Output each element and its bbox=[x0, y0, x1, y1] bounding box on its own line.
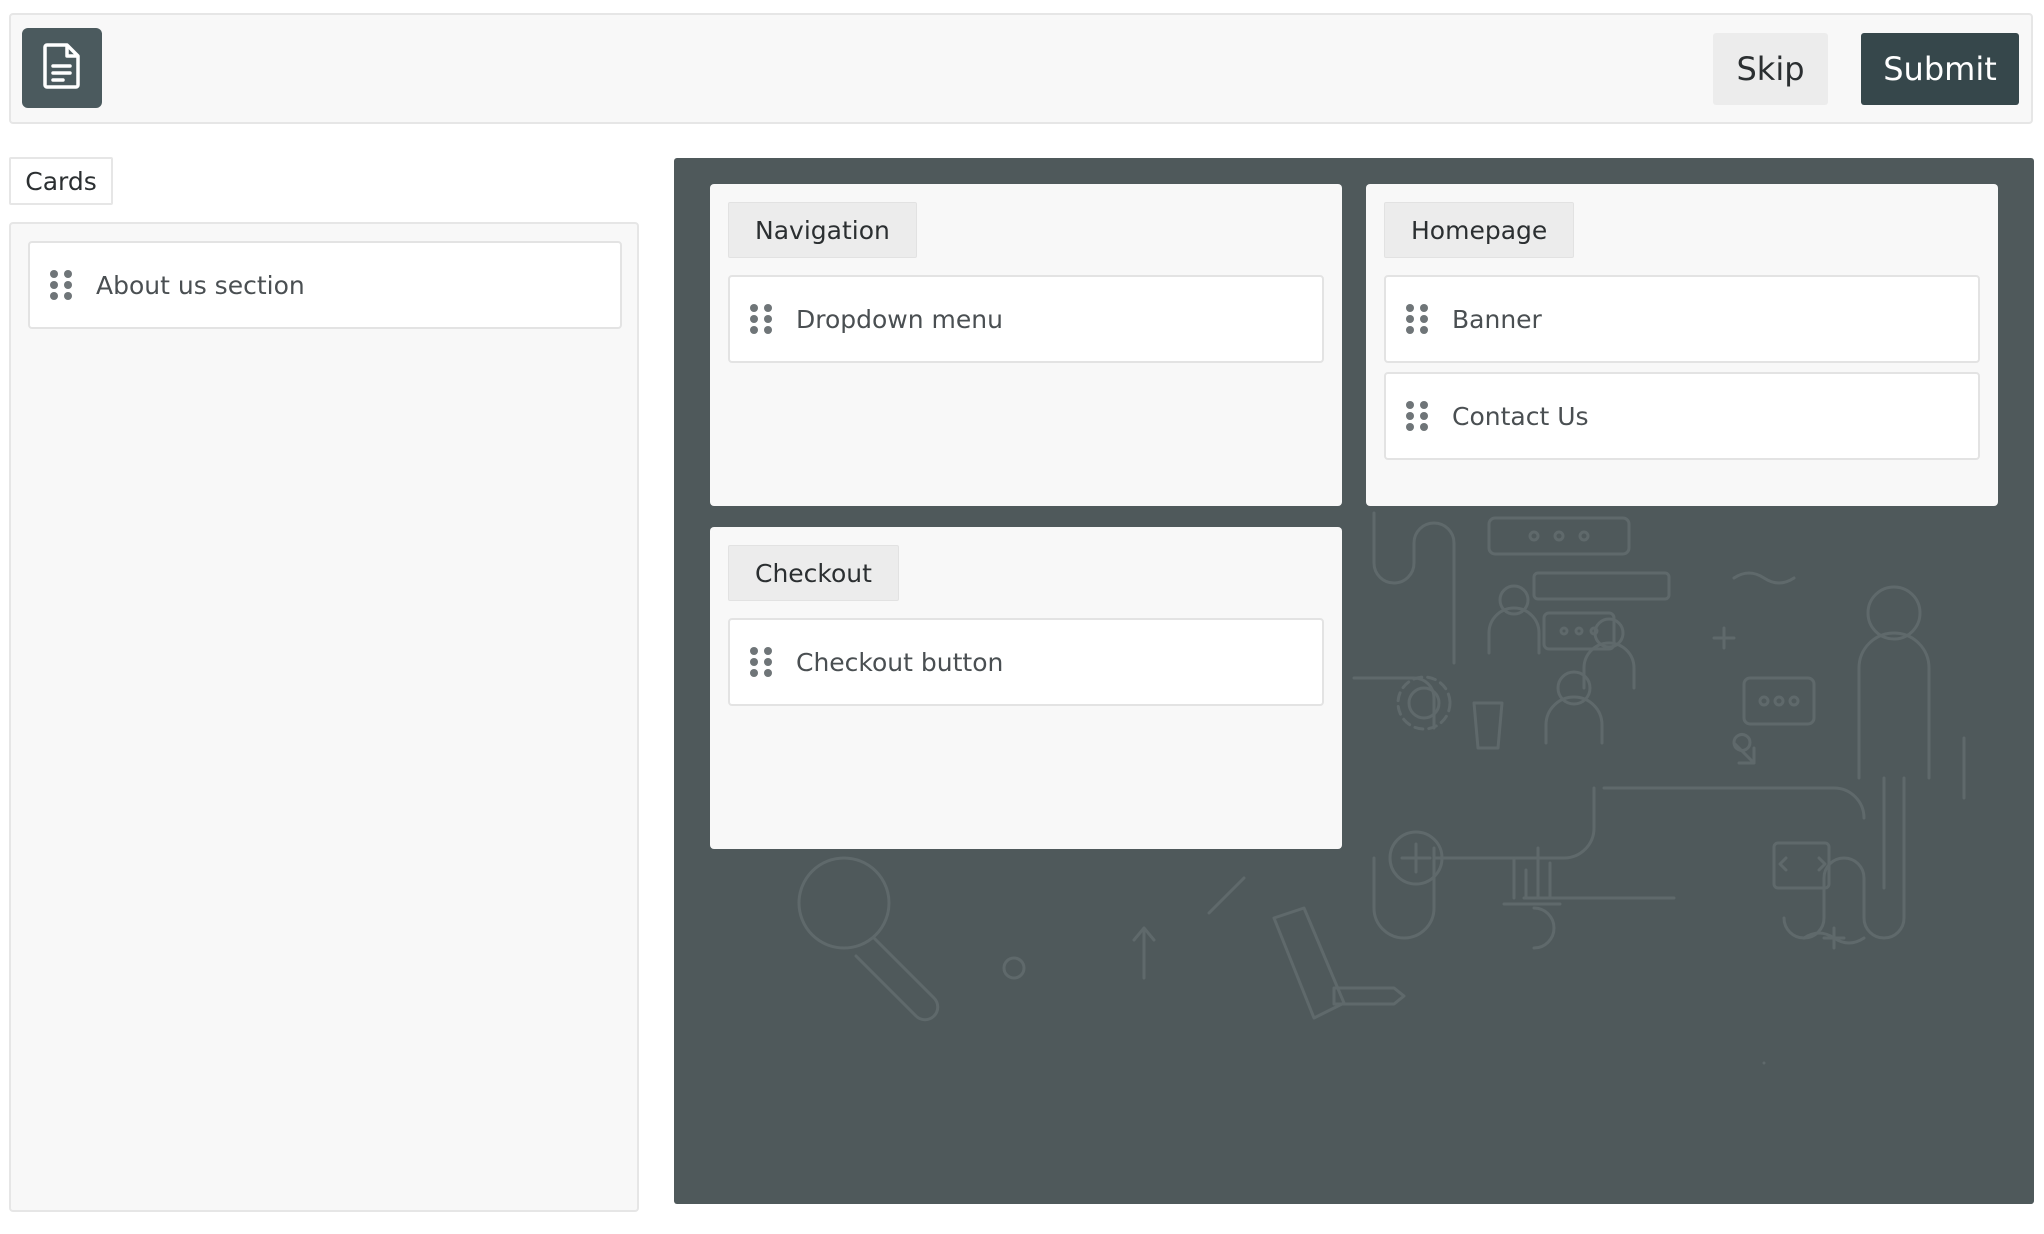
card-banner[interactable]: Banner bbox=[1384, 275, 1980, 363]
card-label: Contact Us bbox=[1452, 401, 1589, 431]
skip-button[interactable]: Skip bbox=[1713, 33, 1828, 105]
top-toolbar: Skip Submit bbox=[9, 13, 2033, 124]
category-checkout[interactable]: Checkout Checkout button bbox=[710, 527, 1342, 849]
cards-pool: About us section bbox=[9, 222, 639, 1212]
category-homepage[interactable]: Homepage Banner Contact Us bbox=[1366, 184, 1998, 506]
card-about-us-section[interactable]: About us section bbox=[28, 241, 622, 329]
card-checkout-button[interactable]: Checkout button bbox=[728, 618, 1324, 706]
category-title[interactable]: Checkout bbox=[728, 545, 899, 601]
drag-handle-icon[interactable] bbox=[1406, 401, 1428, 431]
card-label: Checkout button bbox=[796, 647, 1004, 677]
card-label: About us section bbox=[96, 270, 305, 300]
card-label: Banner bbox=[1452, 304, 1542, 334]
card-dropdown-menu[interactable]: Dropdown menu bbox=[728, 275, 1324, 363]
cards-tab[interactable]: Cards bbox=[9, 157, 113, 205]
category-title[interactable]: Homepage bbox=[1384, 202, 1575, 258]
card-contact-us[interactable]: Contact Us bbox=[1384, 372, 1980, 460]
submit-button[interactable]: Submit bbox=[1861, 33, 2019, 105]
category-navigation[interactable]: Navigation Dropdown menu bbox=[710, 184, 1342, 506]
category-title[interactable]: Navigation bbox=[728, 202, 917, 258]
drag-handle-icon[interactable] bbox=[750, 647, 772, 677]
category-board: Navigation Dropdown menu Homepage Banner… bbox=[674, 158, 2034, 1204]
drag-handle-icon[interactable] bbox=[1406, 304, 1428, 334]
card-label: Dropdown menu bbox=[796, 304, 1003, 334]
drag-handle-icon[interactable] bbox=[50, 270, 72, 300]
logo bbox=[22, 28, 102, 108]
document-icon bbox=[41, 42, 83, 94]
drag-handle-icon[interactable] bbox=[750, 304, 772, 334]
